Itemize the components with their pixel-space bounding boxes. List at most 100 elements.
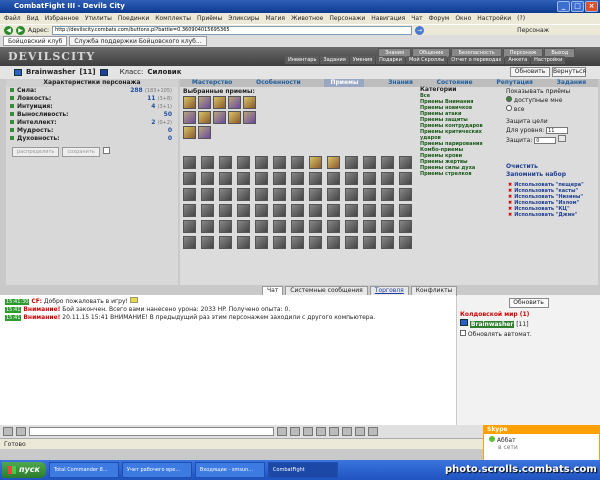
map-icon[interactable] — [355, 427, 365, 436]
technique-icon[interactable] — [309, 188, 322, 201]
technique-icon[interactable] — [291, 156, 304, 169]
radio-icon[interactable] — [506, 105, 512, 111]
technique-icon[interactable] — [345, 236, 358, 249]
lock-icon[interactable] — [368, 427, 378, 436]
technique-icon[interactable] — [273, 172, 286, 185]
smiles-icon[interactable] — [290, 427, 300, 436]
technique-icon[interactable] — [255, 188, 268, 201]
technique-icon[interactable] — [399, 204, 412, 217]
technique-icon[interactable] — [399, 156, 412, 169]
technique-icon[interactable] — [201, 188, 214, 201]
set-label[interactable]: Использовать "Джин" — [514, 212, 577, 218]
technique-icon[interactable] — [183, 156, 196, 169]
technique-icon[interactable] — [381, 172, 394, 185]
delete-icon[interactable]: ✖ — [508, 212, 512, 218]
technique-icon[interactable] — [327, 172, 340, 185]
tab-reputation[interactable]: Репутация — [496, 79, 533, 87]
set-item[interactable]: ✖ Использовать "Джин" — [508, 212, 600, 218]
technique-icon[interactable] — [237, 188, 250, 201]
technique-icon[interactable] — [183, 126, 196, 139]
go-icon[interactable]: → — [415, 25, 425, 35]
filter-available[interactable]: доступные мне — [506, 96, 598, 105]
tab-features[interactable]: Особенности — [256, 79, 301, 87]
technique-icon[interactable] — [201, 172, 214, 185]
technique-icon[interactable] — [243, 96, 256, 109]
technique-icon[interactable] — [345, 220, 358, 233]
menu-item[interactable]: Поединки — [118, 13, 149, 24]
technique-icon[interactable] — [201, 204, 214, 217]
technique-icon[interactable] — [255, 156, 268, 169]
tab-techniques[interactable]: Приемы — [324, 79, 365, 87]
technique-icon[interactable] — [381, 156, 394, 169]
technique-icon[interactable] — [183, 220, 196, 233]
subnav-item[interactable]: Подарки — [376, 56, 405, 64]
subnav-item[interactable]: Мой Скроллы — [405, 56, 448, 64]
close-icon[interactable]: × — [585, 1, 598, 12]
menu-item[interactable]: Форум — [429, 13, 450, 24]
start-button[interactable]: пуск — [2, 462, 46, 478]
send-icon[interactable] — [277, 427, 287, 436]
technique-icon[interactable] — [309, 156, 322, 169]
taskbar-item[interactable]: CombatFight — [267, 462, 338, 478]
menu-item[interactable]: Окно — [455, 13, 471, 24]
technique-icon[interactable] — [273, 188, 286, 201]
taskbar-item[interactable]: Учет рабочего вре... — [121, 462, 192, 478]
menu-item[interactable]: Магия — [265, 13, 285, 24]
menu-item[interactable]: Комплекты — [155, 13, 191, 24]
technique-icon[interactable] — [183, 96, 196, 109]
subnav-item[interactable]: Настройки — [531, 56, 566, 64]
skype-popup[interactable]: Skype Аббат в сети — [483, 425, 600, 461]
clear-chat-icon[interactable] — [16, 427, 26, 436]
subnav-item[interactable]: Умения — [349, 56, 376, 64]
maximize-icon[interactable]: □ — [571, 1, 584, 12]
technique-icon[interactable] — [219, 188, 232, 201]
clear-button[interactable]: Очистить — [506, 163, 598, 171]
technique-icon[interactable] — [255, 220, 268, 233]
filter-icon[interactable] — [316, 427, 326, 436]
technique-icon[interactable] — [237, 236, 250, 249]
technique-icon[interactable] — [291, 236, 304, 249]
technique-icon[interactable] — [345, 204, 358, 217]
defense-input[interactable]: 0 — [534, 137, 557, 144]
translit-icon[interactable] — [303, 427, 313, 436]
technique-icon[interactable] — [237, 204, 250, 217]
radio-icon[interactable] — [506, 96, 512, 102]
chat-input[interactable] — [29, 427, 274, 436]
technique-icon[interactable] — [255, 172, 268, 185]
auto-refresh-checkbox[interactable] — [460, 330, 466, 336]
technique-icon[interactable] — [255, 236, 268, 249]
sound-icon[interactable] — [329, 427, 339, 436]
technique-icon[interactable] — [363, 204, 376, 217]
technique-icon[interactable] — [291, 204, 304, 217]
technique-icon[interactable] — [198, 126, 211, 139]
technique-icon[interactable] — [363, 236, 376, 249]
back-button[interactable]: Вернуться — [552, 67, 586, 77]
subnav-item[interactable]: Задания — [320, 56, 349, 64]
technique-icon[interactable] — [345, 156, 358, 169]
technique-icon[interactable] — [219, 236, 232, 249]
online-user-name[interactable]: Brainwasher — [469, 321, 515, 328]
technique-icon[interactable] — [237, 172, 250, 185]
menu-item[interactable]: Настройки — [477, 13, 511, 24]
menu-item[interactable]: Чат — [411, 13, 422, 24]
technique-icon[interactable] — [399, 220, 412, 233]
technique-icon[interactable] — [345, 172, 358, 185]
menu-item[interactable]: Файл — [4, 13, 21, 24]
technique-icon[interactable] — [399, 236, 412, 249]
technique-icon[interactable] — [273, 220, 286, 233]
technique-icon[interactable] — [327, 236, 340, 249]
technique-icon[interactable] — [201, 236, 214, 249]
technique-icon[interactable] — [213, 96, 226, 109]
technique-icon[interactable] — [201, 156, 214, 169]
menu-item[interactable]: Эликсиры — [228, 13, 259, 24]
technique-icon[interactable] — [399, 188, 412, 201]
technique-icon[interactable] — [201, 220, 214, 233]
technique-icon[interactable] — [243, 111, 256, 124]
technique-icon[interactable] — [327, 188, 340, 201]
technique-icon[interactable] — [237, 156, 250, 169]
technique-icon[interactable] — [183, 236, 196, 249]
chat-options-icon[interactable] — [3, 427, 13, 436]
save-button[interactable]: сохранить — [62, 147, 100, 157]
technique-icon[interactable] — [345, 188, 358, 201]
online-refresh-button[interactable]: Обновить — [508, 298, 549, 308]
